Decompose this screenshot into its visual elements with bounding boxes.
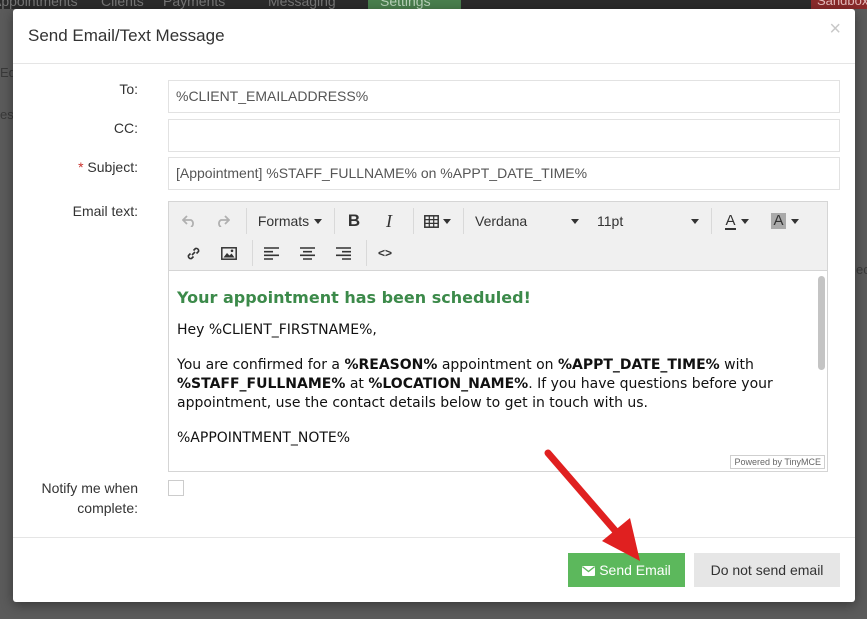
toolbar-separator bbox=[252, 240, 253, 266]
email-greeting: Hey %CLIENT_FIRSTNAME%, bbox=[177, 322, 377, 338]
chevron-down-icon bbox=[314, 218, 323, 224]
font-family-dropdown[interactable]: Verdana bbox=[469, 206, 585, 236]
email-text-label: Email text: bbox=[72, 203, 138, 219]
bold-button[interactable]: B bbox=[340, 206, 368, 236]
date-token: %APPT_DATE_TIME% bbox=[557, 357, 720, 373]
link-icon[interactable] bbox=[179, 238, 207, 268]
nav-sandbox-badge: Sandbox bbox=[811, 0, 867, 9]
notify-checkbox[interactable] bbox=[168, 480, 184, 496]
email-note: %APPOINTMENT_NOTE% bbox=[177, 430, 351, 446]
cc-field[interactable] bbox=[168, 119, 840, 152]
subject-field-value: [Appointment] %STAFF_FULLNAME% on %APPT_… bbox=[176, 165, 588, 181]
subject-label-text: Subject: bbox=[87, 159, 138, 175]
close-icon[interactable]: × bbox=[829, 18, 841, 41]
envelope-icon bbox=[582, 566, 596, 576]
subject-label: * Subject: bbox=[13, 159, 138, 175]
required-asterisk: * bbox=[78, 159, 84, 175]
modal-title: Send Email/Text Message bbox=[28, 26, 225, 45]
send-email-modal: Send Email/Text Message × To: %CLIENT_EM… bbox=[13, 9, 855, 602]
chevron-down-icon bbox=[691, 218, 699, 224]
table-button[interactable] bbox=[419, 206, 455, 236]
location-token: %LOCATION_NAME% bbox=[368, 376, 529, 392]
font-family-value: Verdana bbox=[475, 213, 528, 229]
do-not-send-email-button[interactable]: Do not send email bbox=[694, 553, 840, 587]
nav-appointments: Appointments bbox=[0, 0, 78, 9]
chevron-down-icon bbox=[790, 218, 799, 224]
text-color-icon: A bbox=[725, 211, 736, 230]
chevron-down-icon bbox=[740, 218, 749, 224]
to-field-value: %CLIENT_EMAILADDRESS% bbox=[176, 88, 369, 104]
chevron-down-icon bbox=[571, 218, 579, 224]
text-color-button[interactable]: A bbox=[717, 206, 757, 236]
font-size-dropdown[interactable]: 11pt bbox=[591, 206, 705, 236]
align-center-icon[interactable] bbox=[293, 238, 321, 268]
background-color-icon: A bbox=[771, 212, 786, 229]
subject-field[interactable]: [Appointment] %STAFF_FULLNAME% on %APPT_… bbox=[168, 157, 840, 190]
to-label: To: bbox=[119, 81, 138, 97]
align-right-icon[interactable] bbox=[329, 238, 357, 268]
editor-toolbar: Formats B I Verdana 11pt A A <> bbox=[169, 202, 827, 271]
email-body-paragraph: You are confirmed for a %REASON% appoint… bbox=[177, 357, 773, 411]
nav-payments: Payments bbox=[163, 0, 226, 9]
font-size-value: 11pt bbox=[597, 213, 624, 229]
formats-dropdown[interactable]: Formats bbox=[253, 206, 327, 236]
reason-token: %REASON% bbox=[344, 357, 438, 373]
modal-footer: Send Email Do not send email bbox=[13, 537, 855, 602]
align-left-icon[interactable] bbox=[257, 238, 285, 268]
toolbar-separator bbox=[246, 208, 247, 234]
editor-content[interactable]: Your appointment has been scheduled! Hey… bbox=[169, 272, 827, 471]
toolbar-separator bbox=[366, 240, 367, 266]
send-email-button[interactable]: Send Email bbox=[568, 553, 685, 587]
chevron-down-icon bbox=[442, 218, 451, 224]
nav-clients: Clients bbox=[101, 0, 144, 9]
background-fragment: es bbox=[0, 107, 14, 122]
modal-header: Send Email/Text Message × bbox=[13, 9, 855, 64]
redo-icon[interactable] bbox=[209, 206, 237, 236]
image-icon[interactable] bbox=[215, 238, 243, 268]
italic-button[interactable]: I bbox=[375, 206, 403, 236]
background-color-button[interactable]: A bbox=[765, 206, 805, 236]
email-heading: Your appointment has been scheduled! bbox=[177, 288, 531, 307]
toolbar-separator bbox=[334, 208, 335, 234]
table-icon bbox=[423, 214, 439, 228]
powered-by-tinymce[interactable]: Powered by TinyMCE bbox=[730, 455, 825, 469]
notify-label: Notify me when complete: bbox=[41, 480, 138, 516]
toolbar-separator bbox=[711, 208, 712, 234]
editor-scrollbar[interactable] bbox=[818, 276, 825, 370]
toolbar-separator bbox=[463, 208, 464, 234]
send-email-label: Send Email bbox=[599, 562, 671, 578]
code-icon[interactable]: <> bbox=[371, 238, 399, 268]
staff-token: %STAFF_FULLNAME% bbox=[177, 376, 346, 392]
background-nav-bar: Appointments Clients Payments Messaging … bbox=[0, 0, 867, 9]
formats-dropdown-label: Formats bbox=[257, 213, 310, 229]
background-fragment: ec bbox=[856, 262, 867, 277]
to-field[interactable]: %CLIENT_EMAILADDRESS% bbox=[168, 80, 840, 113]
nav-settings: Settings bbox=[368, 0, 461, 9]
cc-label: CC: bbox=[113, 120, 138, 136]
nav-messaging: Messaging bbox=[268, 0, 336, 9]
toolbar-separator bbox=[413, 208, 414, 234]
rich-text-editor: Formats B I Verdana 11pt A A <> Your app… bbox=[168, 201, 828, 472]
undo-icon[interactable] bbox=[175, 206, 203, 236]
